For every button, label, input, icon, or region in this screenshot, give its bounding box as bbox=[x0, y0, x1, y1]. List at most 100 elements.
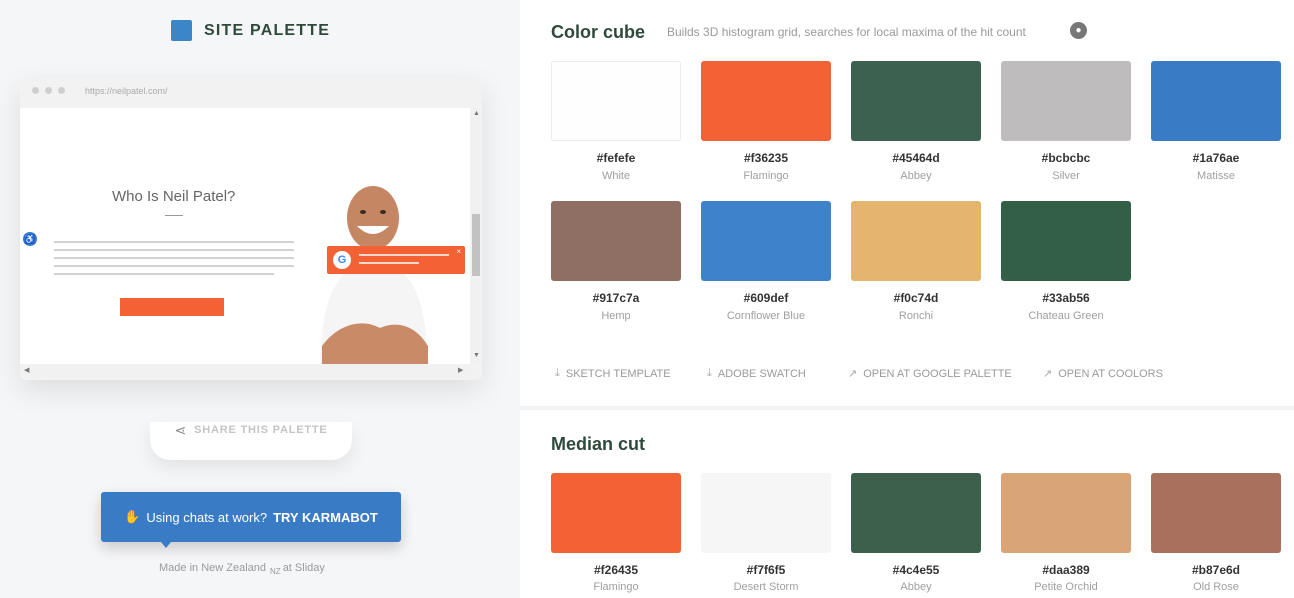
vertical-scrollbar[interactable]: ▲ ▼ bbox=[470, 108, 482, 364]
site-cta-button[interactable] bbox=[120, 298, 224, 316]
coolors-link[interactable]: ↗ OPEN AT COOLORS bbox=[1043, 367, 1163, 381]
google-icon: G bbox=[333, 251, 351, 269]
accessibility-icon: ♿ bbox=[23, 232, 37, 246]
popup-text-line bbox=[359, 262, 419, 264]
color-name: Old Rose bbox=[1193, 581, 1239, 593]
color-hex[interactable]: #f26435 bbox=[551, 563, 681, 577]
logo-square-icon bbox=[171, 20, 192, 41]
external-link-icon: ↗ bbox=[848, 368, 858, 380]
color-hex[interactable]: #917c7a bbox=[551, 291, 681, 305]
popup-close-icon[interactable]: × bbox=[456, 247, 461, 256]
median-swatch[interactable] bbox=[1151, 473, 1281, 553]
color-name: Matisse bbox=[1197, 170, 1235, 182]
share-icon: ⋖ bbox=[174, 422, 187, 438]
color-hex[interactable]: #33ab56 bbox=[1001, 291, 1131, 305]
color-hex[interactable]: #daa389 bbox=[1001, 563, 1131, 577]
color-name: Hemp bbox=[601, 310, 631, 322]
color-name: Flamingo bbox=[593, 581, 639, 593]
median-swatch[interactable] bbox=[551, 473, 681, 553]
color-hex[interactable]: #f36235 bbox=[701, 151, 831, 165]
color-hex[interactable]: #b87e6d bbox=[1151, 563, 1281, 577]
color-hex[interactable]: #45464d bbox=[851, 151, 981, 165]
google-palette-link[interactable]: ↗ OPEN AT GOOGLE PALETTE bbox=[848, 367, 1012, 381]
color-name: Abbey bbox=[900, 170, 932, 182]
brand-logo[interactable]: SITE PALETTE bbox=[171, 20, 330, 41]
color-swatch[interactable] bbox=[551, 61, 681, 141]
color-hex[interactable]: #609def bbox=[701, 291, 831, 305]
color-swatch[interactable] bbox=[701, 61, 831, 141]
scroll-up-icon[interactable]: ▲ bbox=[473, 110, 480, 117]
site-screenshot: ♿ Who Is Neil Patel? G × bbox=[20, 108, 470, 364]
action-label: OPEN AT COOLORS bbox=[1058, 367, 1163, 380]
footer-credit: Made in New Zealand NZ at Sliday bbox=[159, 562, 325, 576]
nz-flag-icon: NZ bbox=[270, 567, 281, 576]
window-dot-icon bbox=[32, 87, 39, 94]
sliday-link[interactable]: at Sliday bbox=[283, 562, 325, 574]
color-hex[interactable]: #4c4e55 bbox=[851, 563, 981, 577]
window-dot-icon bbox=[45, 87, 52, 94]
action-label: SKETCH TEMPLATE bbox=[565, 367, 671, 380]
color-hex[interactable]: #f0c74d bbox=[851, 291, 981, 305]
download-icon: ⤓ bbox=[707, 367, 712, 379]
adobe-swatch-link[interactable]: ⤓ ADOBE SWATCH bbox=[707, 367, 806, 380]
color-hex[interactable]: #fefefe bbox=[551, 151, 681, 165]
color-swatch[interactable] bbox=[1001, 201, 1131, 281]
color-name: Petite Orchid bbox=[1034, 581, 1098, 593]
window-dot-icon bbox=[58, 87, 65, 94]
promo-cta: TRY KARMABOT bbox=[273, 509, 378, 525]
scroll-left-icon[interactable]: ◀ bbox=[24, 366, 29, 374]
color-name: Cornflower Blue bbox=[726, 310, 806, 322]
paragraph-line bbox=[54, 241, 294, 243]
median-swatch[interactable] bbox=[851, 473, 981, 553]
brand-name: SITE PALETTE bbox=[204, 21, 331, 39]
paragraph-line bbox=[54, 273, 274, 275]
color-cube-subtitle: Builds 3D histogram grid, searches for l… bbox=[667, 25, 1026, 39]
color-name: White bbox=[601, 170, 631, 182]
color-hex[interactable]: #bcbcbc bbox=[1001, 151, 1131, 165]
median-swatch[interactable] bbox=[701, 473, 831, 553]
notification-popup[interactable]: G × bbox=[327, 246, 465, 274]
section-divider bbox=[520, 406, 1294, 410]
color-swatch[interactable] bbox=[1151, 61, 1281, 141]
scrollbar-thumb[interactable] bbox=[472, 214, 480, 276]
left-panel: SITE PALETTE https://neilpatel.com/ ♿ Wh… bbox=[0, 0, 520, 598]
paragraph-line bbox=[54, 257, 294, 259]
color-name: Desert Storm bbox=[733, 581, 799, 593]
median-swatch[interactable] bbox=[1001, 473, 1131, 553]
horizontal-scrollbar[interactable]: ◀ ▶ bbox=[20, 364, 470, 376]
share-label: SHARE THIS PALETTE bbox=[194, 424, 328, 436]
color-hex[interactable]: #f7f6f5 bbox=[701, 563, 831, 577]
site-heading: Who Is Neil Patel? bbox=[112, 188, 236, 205]
action-label: ADOBE SWATCH bbox=[717, 367, 806, 380]
sketch-template-link[interactable]: ⤓ SKETCH TEMPLATE bbox=[555, 367, 671, 380]
heading-divider bbox=[165, 215, 183, 216]
popup-text-line bbox=[359, 254, 449, 256]
color-name: Silver bbox=[1052, 170, 1080, 182]
share-palette-button[interactable]: ⋖ SHARE THIS PALETTE bbox=[150, 422, 352, 460]
color-swatch[interactable] bbox=[851, 61, 981, 141]
github-icon[interactable]: ● bbox=[1070, 22, 1087, 39]
color-hex[interactable]: #1a76ae bbox=[1151, 151, 1281, 165]
color-swatch[interactable] bbox=[1001, 61, 1131, 141]
color-name: Abbey bbox=[900, 581, 932, 593]
median-cut-title: Median cut bbox=[551, 434, 646, 454]
color-cube-title: Color cube bbox=[551, 22, 646, 42]
preview-url: https://neilpatel.com/ bbox=[85, 86, 168, 96]
download-icon: ⤓ bbox=[555, 367, 560, 379]
color-name: Flamingo bbox=[743, 170, 789, 182]
scroll-down-icon[interactable]: ▼ bbox=[473, 352, 480, 359]
color-name: Ronchi bbox=[898, 310, 934, 322]
color-swatch[interactable] bbox=[551, 201, 681, 281]
raised-hand-icon: ✋ bbox=[124, 509, 141, 524]
karmabot-promo-button[interactable]: ✋ Using chats at work? TRY KARMABOT bbox=[101, 492, 401, 542]
promo-tail bbox=[161, 542, 171, 548]
paragraph-line bbox=[54, 265, 294, 267]
promo-text: Using chats at work? bbox=[146, 509, 268, 525]
action-label: OPEN AT GOOGLE PALETTE bbox=[863, 367, 1012, 380]
scroll-right-icon[interactable]: ▶ bbox=[458, 366, 463, 374]
site-preview-window: https://neilpatel.com/ ♿ Who Is Neil Pat… bbox=[20, 78, 482, 380]
browser-toolbar: https://neilpatel.com/ bbox=[20, 78, 482, 106]
color-swatch[interactable] bbox=[851, 201, 981, 281]
external-link-icon: ↗ bbox=[1043, 368, 1053, 380]
color-swatch[interactable] bbox=[701, 201, 831, 281]
